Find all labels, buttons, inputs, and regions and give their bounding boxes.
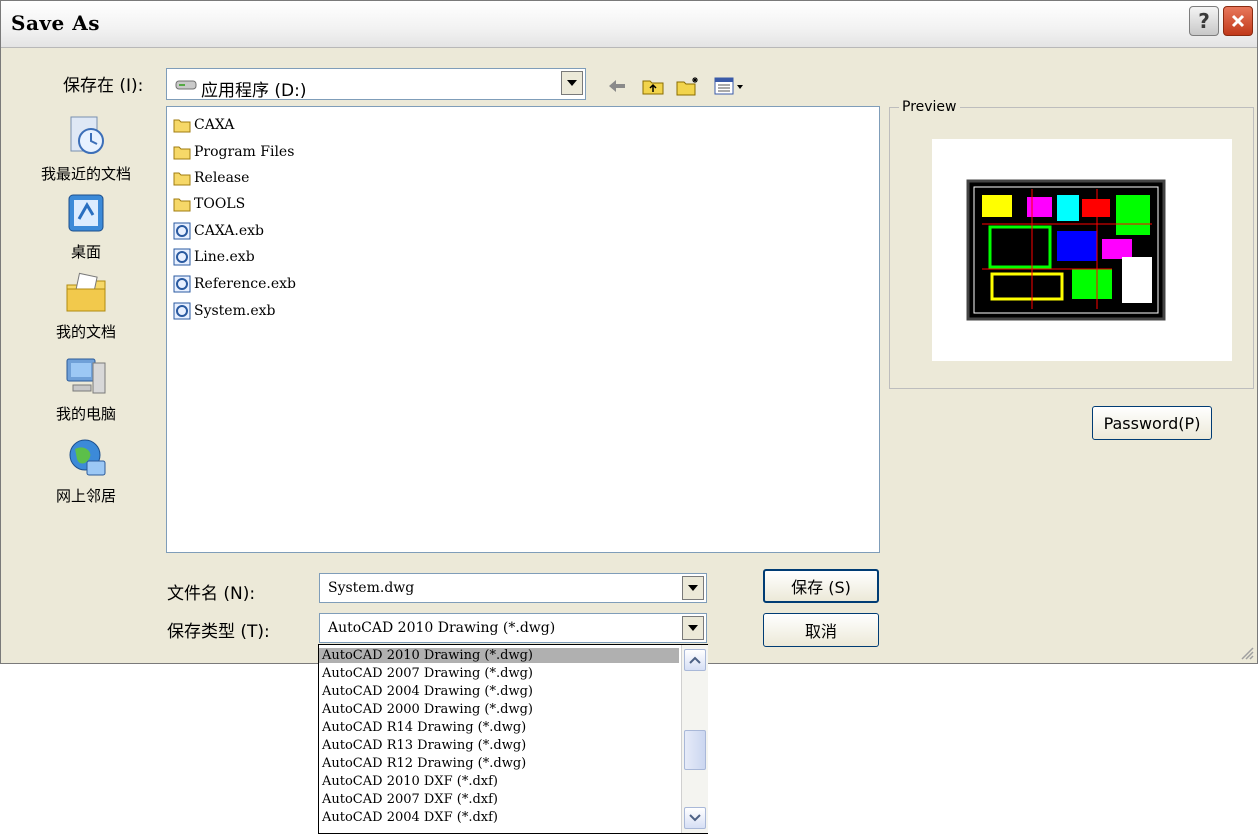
- file-name: TOOLS: [194, 196, 246, 212]
- scroll-thumb[interactable]: [684, 730, 706, 770]
- title-bar[interactable]: Save As ?: [1, 1, 1257, 48]
- filename-input[interactable]: System.dwg: [328, 580, 414, 596]
- filetype-option[interactable]: AutoCAD 2000 Drawing (*.dwg): [319, 702, 679, 717]
- filename-combo[interactable]: System.dwg: [319, 573, 707, 603]
- place-my-documents[interactable]: 我的文档: [21, 271, 151, 342]
- filetype-option[interactable]: AutoCAD 2010 DXF (*.dxf): [319, 774, 679, 789]
- file-name: CAXA: [194, 117, 235, 133]
- new-folder-icon: [676, 77, 698, 96]
- chevron-down-icon: [688, 585, 698, 591]
- filetype-option[interactable]: AutoCAD R13 Drawing (*.dwg): [319, 738, 679, 753]
- exb-file-icon: [173, 222, 191, 240]
- drive-icon: [175, 80, 197, 90]
- filetype-combo[interactable]: AutoCAD 2010 Drawing (*.dwg): [319, 613, 707, 643]
- place-my-computer[interactable]: 我的电脑: [21, 353, 151, 424]
- folder-icon: [173, 172, 191, 186]
- up-folder-button[interactable]: [641, 75, 665, 97]
- dropdown-scrollbar[interactable]: [681, 645, 708, 833]
- filetype-option[interactable]: AutoCAD 2007 Drawing (*.dwg): [319, 666, 679, 681]
- drawing-thumbnail: [966, 179, 1166, 321]
- exb-file-icon: [173, 248, 191, 266]
- help-button[interactable]: ?: [1189, 6, 1219, 36]
- file-name: Reference.exb: [194, 276, 297, 292]
- chevron-up-icon: [689, 656, 701, 664]
- exb-file-icon: [173, 302, 191, 320]
- back-button[interactable]: [606, 75, 628, 97]
- chevron-down-icon: [689, 814, 701, 822]
- place-label: 我的电脑: [55, 405, 116, 423]
- place-desktop[interactable]: 桌面: [21, 191, 151, 262]
- file-item-tools-folder[interactable]: TOOLS: [173, 194, 245, 214]
- scroll-up-button[interactable]: [684, 649, 706, 671]
- folder-icon: [173, 198, 191, 212]
- look-in-value: 应用程序 (D:): [201, 81, 307, 101]
- file-name: Line.exb: [194, 249, 255, 265]
- look-in-label: 保存在 (I):: [63, 76, 144, 96]
- file-item-caxa-exb[interactable]: CAXA.exb: [173, 221, 264, 241]
- place-label: 网上邻居: [55, 487, 116, 505]
- filetype-option-selected[interactable]: AutoCAD 2010 Drawing (*.dwg): [319, 648, 679, 663]
- desktop-icon: [68, 194, 104, 232]
- filetype-dropdown-button[interactable]: [682, 616, 704, 640]
- resize-grip-icon[interactable]: [1240, 646, 1254, 660]
- views-icon: [714, 77, 743, 95]
- chevron-down-icon: [688, 625, 698, 631]
- filetype-label: 保存类型 (T):: [167, 622, 270, 642]
- preview-image: [932, 139, 1232, 361]
- filetype-dropdown-list[interactable]: AutoCAD 2010 Drawing (*.dwg) AutoCAD 200…: [318, 644, 708, 834]
- password-button[interactable]: Password(P): [1092, 406, 1212, 440]
- my-documents-icon: [66, 272, 106, 312]
- filetype-value: AutoCAD 2010 Drawing (*.dwg): [328, 620, 556, 636]
- look-in-combo[interactable]: 应用程序 (D:): [166, 68, 586, 101]
- file-item-release-folder[interactable]: Release: [173, 168, 249, 188]
- file-name: Release: [194, 170, 250, 186]
- up-folder-icon: [642, 80, 664, 95]
- filetype-option[interactable]: AutoCAD 2007 DXF (*.dxf): [319, 792, 679, 807]
- place-label: 我最近的文档: [40, 165, 131, 183]
- filetype-option[interactable]: AutoCAD 2004 Drawing (*.dwg): [319, 684, 679, 699]
- file-item-reference-exb[interactable]: Reference.exb: [173, 274, 296, 294]
- preview-label: Preview: [899, 99, 960, 115]
- close-icon: [1231, 14, 1245, 28]
- back-arrow-icon: [609, 80, 625, 92]
- cancel-button[interactable]: 取消: [763, 613, 879, 647]
- chevron-down-icon: [567, 80, 577, 86]
- exb-file-icon: [173, 275, 191, 293]
- filename-dropdown-button[interactable]: [682, 576, 704, 600]
- scroll-down-button[interactable]: [684, 807, 706, 829]
- folder-icon: [173, 146, 191, 160]
- file-item-caxa-folder[interactable]: CAXA: [173, 115, 234, 135]
- save-button[interactable]: 保存 (S): [763, 569, 879, 603]
- file-item-line-exb[interactable]: Line.exb: [173, 247, 255, 267]
- place-label: 我的文档: [55, 323, 116, 341]
- new-folder-button[interactable]: [675, 75, 701, 97]
- filetype-option[interactable]: AutoCAD 2004 DXF (*.dxf): [319, 810, 679, 825]
- file-name: Program Files: [194, 144, 295, 160]
- place-network[interactable]: 网上邻居: [21, 435, 151, 506]
- look-in-dropdown-button[interactable]: [561, 71, 583, 95]
- close-button[interactable]: [1223, 6, 1253, 36]
- filetype-option[interactable]: AutoCAD R12 Drawing (*.dwg): [319, 756, 679, 771]
- place-label: 桌面: [70, 243, 101, 261]
- save-as-dialog: Save As ? 保存在 (I): 应用程序 (D:) 我最近的文档 桌面 我…: [0, 0, 1258, 664]
- network-places-icon: [69, 439, 106, 476]
- file-list[interactable]: CAXA Program Files Release TOOLS CAXA.ex…: [166, 106, 880, 553]
- file-item-system-exb[interactable]: System.exb: [173, 301, 275, 321]
- file-item-program-files-folder[interactable]: Program Files: [173, 142, 294, 162]
- recent-documents-icon: [70, 116, 104, 154]
- filename-label: 文件名 (N):: [167, 584, 256, 604]
- window-title: Save As: [11, 11, 100, 35]
- place-recent-documents[interactable]: 我最近的文档: [21, 113, 151, 184]
- my-computer-icon: [66, 358, 106, 394]
- filetype-option[interactable]: AutoCAD R14 Drawing (*.dwg): [319, 720, 679, 735]
- views-menu-button[interactable]: [713, 75, 747, 97]
- file-name: CAXA.exb: [194, 223, 264, 239]
- folder-icon: [173, 119, 191, 133]
- file-name: System.exb: [194, 303, 276, 319]
